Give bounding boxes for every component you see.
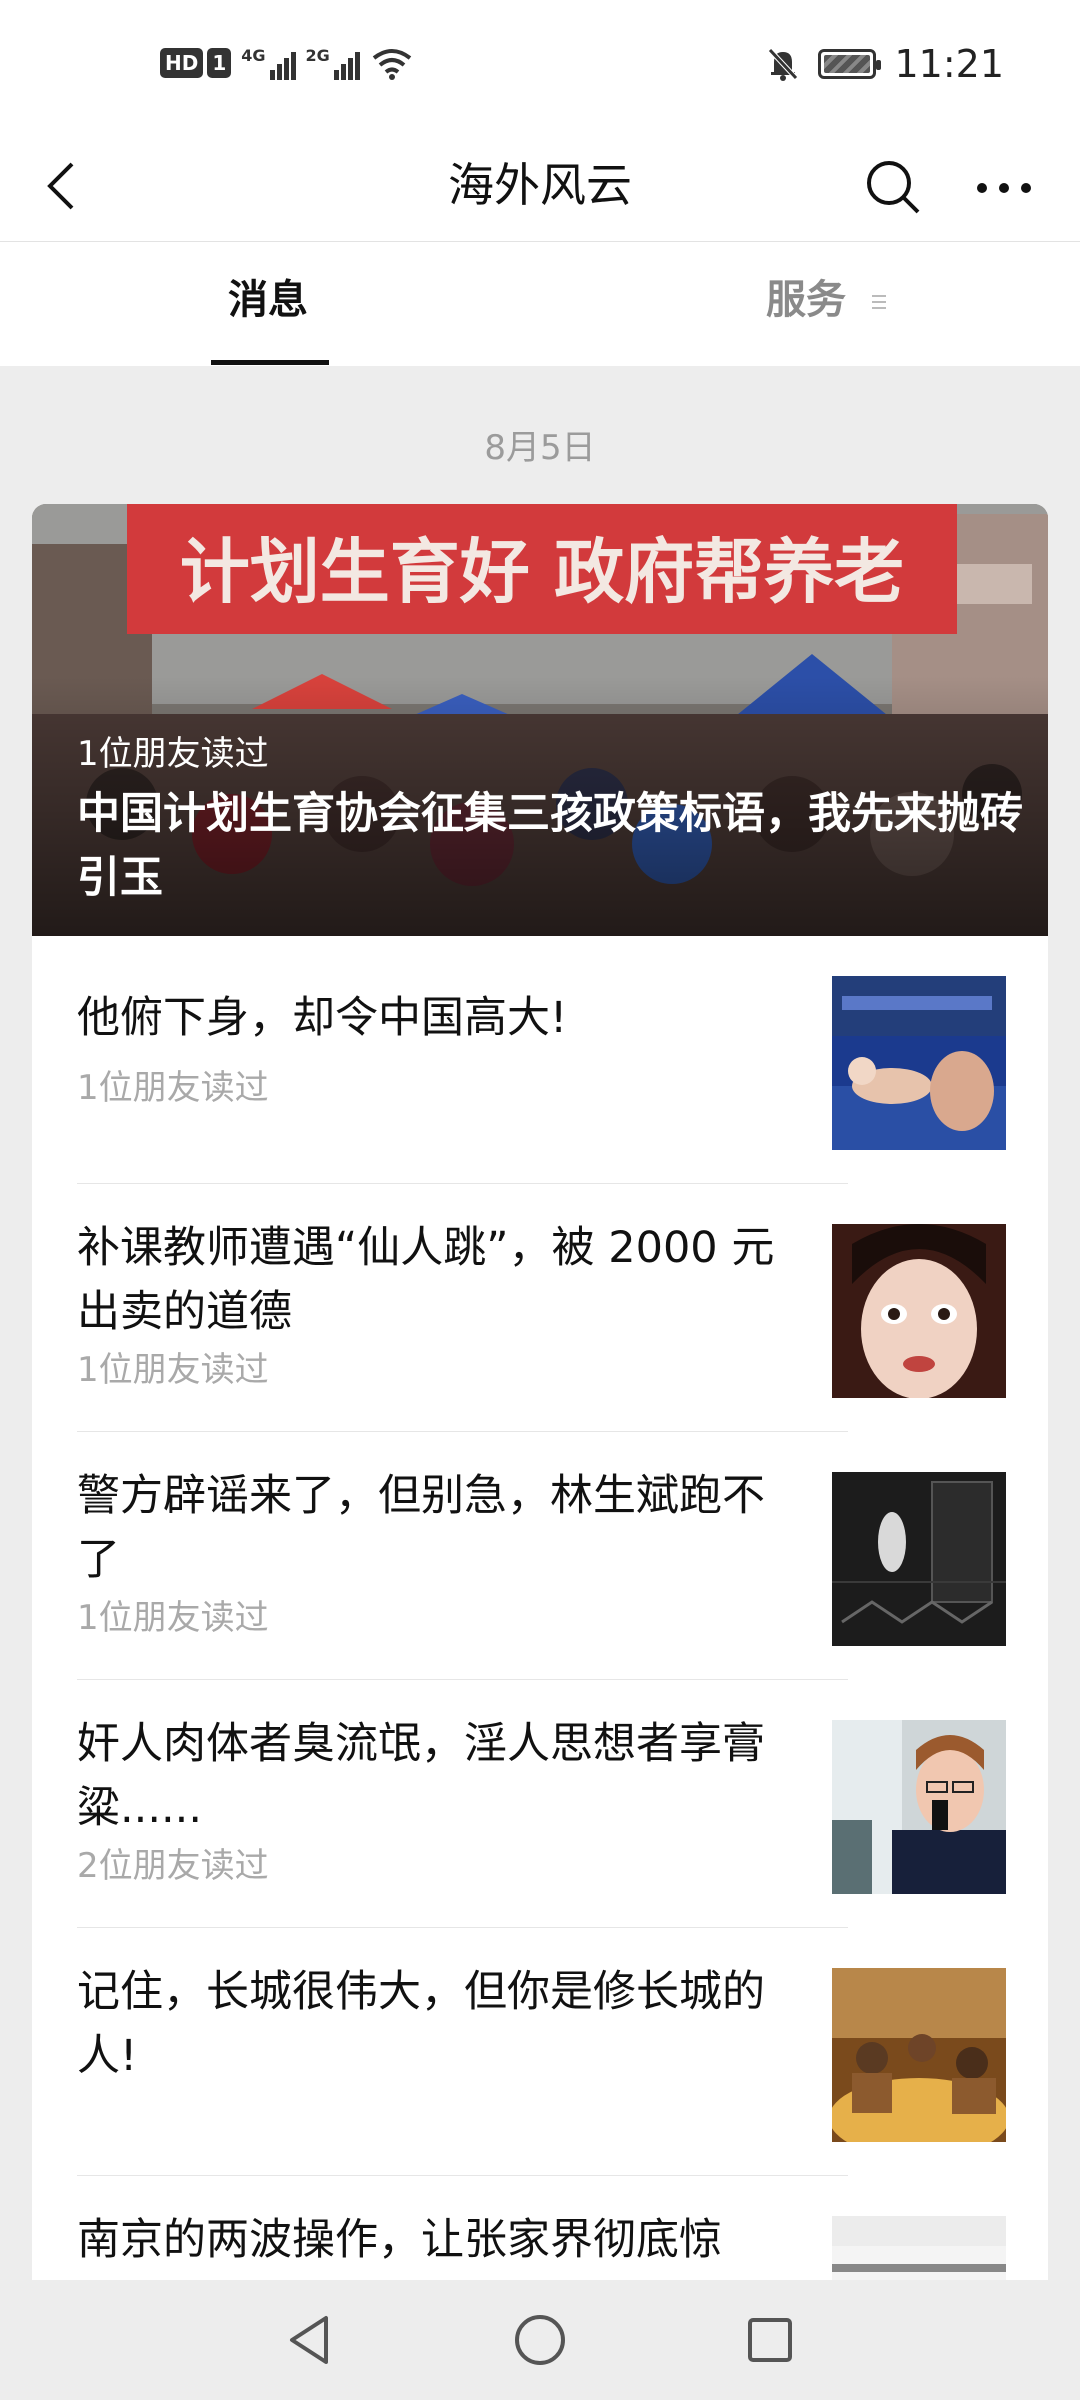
hd-badge: HD 1 <box>160 48 232 78</box>
article-title: 南京的两波操作，让张家界彻底惊 <box>77 2215 722 2265</box>
article-title: 警方辟谣来了，但别急，林生斌跑不了 <box>77 1471 765 1585</box>
clock: 11:21 <box>894 42 1004 86</box>
active-tab-indicator <box>211 360 329 365</box>
hero-article[interactable]: 计划生育好 政府帮养老 1位朋友读过 中国计划生育协会征集三孩政策标语，我先来抛… <box>32 504 1048 936</box>
tab-services[interactable]: 服务 <box>766 272 888 328</box>
tab-messages[interactable]: 消息 <box>228 272 308 328</box>
wifi-icon <box>372 49 412 80</box>
status-right: 11:21 <box>766 42 1004 86</box>
article-thumbnail <box>832 1720 1006 1894</box>
friends-read: 1位朋友读过 <box>77 1068 269 1108</box>
tab-services-label: 服务 <box>766 277 846 323</box>
signal-indicators: HD 1 4G 2G <box>160 46 414 80</box>
status-bar: HD 1 4G 2G 11:21 <box>0 0 1080 130</box>
system-nav-bar <box>0 2280 1080 2400</box>
list-item[interactable]: 奸人肉体者臭流氓，淫人思想者享膏粱...... 2位朋友读过 <box>32 1680 1048 1928</box>
article-title: 补课教师遭遇“仙人跳”，被 2000 元出卖的道德 <box>77 1223 775 1337</box>
menu-icon <box>871 295 886 309</box>
tab-bar: 消息 服务 <box>0 242 1080 366</box>
more-options-icon[interactable] <box>972 156 1036 218</box>
article-card: 计划生育好 政府帮养老 1位朋友读过 中国计划生育协会征集三孩政策标语，我先来抛… <box>32 504 1048 2304</box>
hero-title: 中国计划生育协会征集三孩政策标语，我先来抛砖引玉 <box>77 789 1023 903</box>
article-thumbnail <box>832 1472 1006 1646</box>
article-thumbnail <box>832 1968 1006 2142</box>
hero-friends-read: 1位朋友读过 <box>77 734 269 774</box>
friends-read: 1位朋友读过 <box>77 1350 269 1390</box>
article-title: 奸人肉体者臭流氓，淫人思想者享膏粱...... <box>77 1719 765 1833</box>
hero-banner-text: 计划生育好 政府帮养老 <box>180 531 904 613</box>
battery-icon <box>818 49 882 79</box>
signal-4g-icon: 4G <box>241 46 296 80</box>
article-thumbnail <box>832 976 1006 1150</box>
list-item[interactable]: 他俯下身，却令中国高大! 1位朋友读过 <box>32 936 1048 1184</box>
nav-recents-square-icon[interactable] <box>738 2308 802 2372</box>
list-item[interactable]: 补课教师遭遇“仙人跳”，被 2000 元出卖的道德 1位朋友读过 <box>32 1184 1048 1432</box>
mute-bell-icon <box>768 48 799 81</box>
nav-back-triangle-icon[interactable] <box>278 2308 342 2372</box>
sim-label: 1 <box>207 48 232 78</box>
article-title: 记住，长城很伟大，但你是修长城的人! <box>77 1967 765 2081</box>
date-label: 8月5日 <box>484 428 596 468</box>
friends-read: 1位朋友读过 <box>77 1598 269 1638</box>
article-title: 他俯下身，却令中国高大! <box>77 993 568 1043</box>
signal-2g-icon: 2G <box>306 46 360 80</box>
friends-read: 2位朋友读过 <box>77 1846 269 1886</box>
hd-label: HD <box>160 48 204 78</box>
list-item[interactable]: 记住，长城很伟大，但你是修长城的人! <box>32 1928 1048 2176</box>
search-icon[interactable] <box>862 156 924 218</box>
nav-bar: 海外风云 <box>0 130 1080 242</box>
list-item[interactable]: 警方辟谣来了，但别急，林生斌跑不了 1位朋友读过 <box>32 1432 1048 1680</box>
nav-home-circle-icon[interactable] <box>508 2308 572 2372</box>
article-thumbnail <box>832 1224 1006 1398</box>
